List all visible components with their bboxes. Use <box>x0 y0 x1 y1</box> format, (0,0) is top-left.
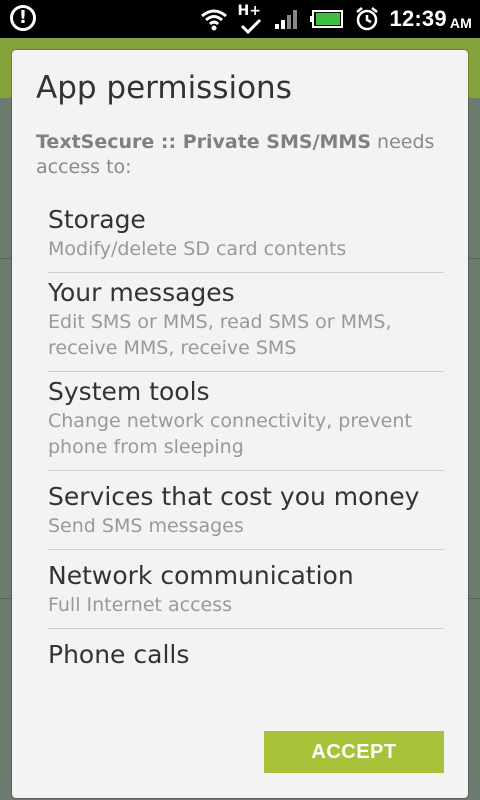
permission-item: Phone calls <box>48 629 444 681</box>
status-bar: ! H+ 12:39 AM <box>0 0 480 38</box>
signal-icon <box>274 10 297 29</box>
permission-title: Phone calls <box>48 640 190 669</box>
dialog-description: TextSecure :: Private SMS/MMS needs acce… <box>36 130 436 180</box>
app-name: TextSecure :: Private SMS/MMS <box>36 131 372 153</box>
permission-desc: Send SMS messages <box>48 515 244 537</box>
alert-icon: ! <box>10 5 36 31</box>
permission-title: Services that cost you money <box>48 482 420 511</box>
app-permissions-dialog: App permissions TextSecure :: Private SM… <box>12 50 468 798</box>
permission-title: Storage <box>48 205 146 234</box>
permission-desc: Full Internet access <box>48 594 233 616</box>
permission-title: System tools <box>48 377 210 406</box>
permission-desc: Change network connectivity, prevent pho… <box>48 410 412 458</box>
status-clock: 12:39 AM <box>389 6 472 31</box>
permission-desc: Edit SMS or MMS, read SMS or MMS, receiv… <box>48 311 392 359</box>
dialog-title: App permissions <box>36 70 292 106</box>
alarm-icon <box>355 7 378 31</box>
permission-item: Network communication Full Internet acce… <box>48 550 444 629</box>
wifi-icon <box>200 9 227 31</box>
status-right: H+ 12:39 AM <box>200 0 472 38</box>
battery-icon <box>309 10 343 28</box>
permissions-list[interactable]: Storage Modify/delete SD card contents Y… <box>48 200 444 717</box>
permission-title: Your messages <box>48 278 235 307</box>
status-left: ! <box>10 5 36 31</box>
permission-title: Network communication <box>48 561 354 590</box>
permission-item: Your messages Edit SMS or MMS, read SMS … <box>48 273 444 372</box>
permission-item: System tools Change network connectivity… <box>48 372 444 471</box>
permission-desc: Modify/delete SD card contents <box>48 238 347 260</box>
accept-button[interactable]: ACCEPT <box>264 731 444 773</box>
permission-item: Storage Modify/delete SD card contents <box>48 200 444 273</box>
data-h-plus-icon: H+ <box>238 3 264 35</box>
permission-item: Services that cost you money Send SMS me… <box>48 471 444 550</box>
